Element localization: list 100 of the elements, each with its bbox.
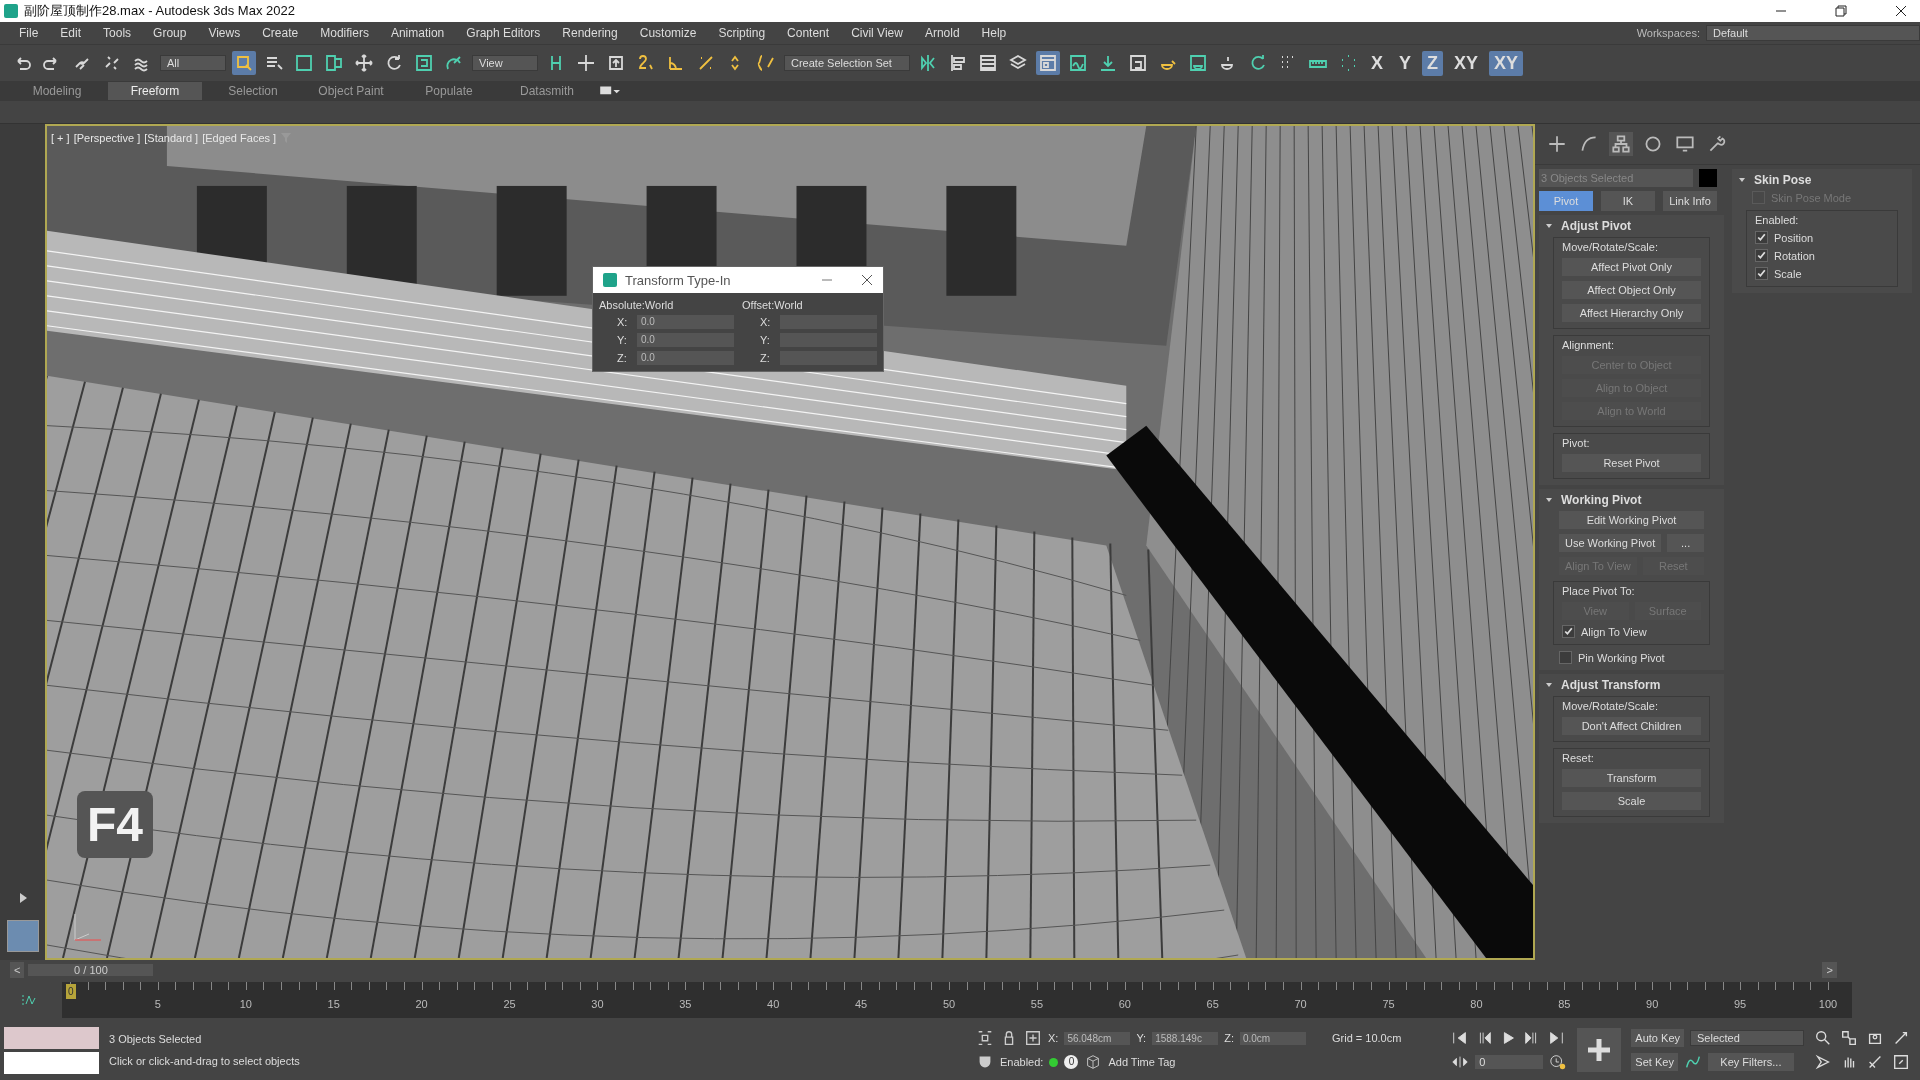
hierarchy-icon[interactable] [1609, 132, 1633, 156]
viewport-layout-button[interactable] [6, 920, 39, 952]
caret-icon[interactable] [1545, 222, 1553, 230]
mode-button[interactable]: IK [1601, 191, 1655, 211]
selection-set-dropdown[interactable]: Create Selection Set [784, 55, 910, 71]
current-frame-marker[interactable]: 0 [66, 984, 76, 999]
menu-item[interactable]: Scripting [707, 26, 777, 40]
menu-item[interactable]: Civil View [840, 26, 914, 40]
panel-button[interactable]: Don't Affect Children [1562, 717, 1701, 735]
panel-button[interactable]: Scale [1562, 792, 1701, 810]
rollout-title[interactable]: Working Pivot [1561, 493, 1642, 507]
caret-icon[interactable] [1545, 496, 1553, 504]
checkbox[interactable] [1755, 267, 1768, 280]
mode-button[interactable]: Link Info [1663, 191, 1717, 211]
menu-item[interactable]: Rendering [551, 26, 629, 40]
time-configuration-icon[interactable] [1549, 1053, 1568, 1071]
spinner-field[interactable]: 0.0 [637, 315, 734, 329]
rollout-title[interactable]: Skin Pose [1754, 173, 1812, 187]
workspaces-dropdown[interactable]: Default [1706, 25, 1920, 41]
ribbon-tab[interactable]: Populate [402, 82, 496, 100]
close-icon[interactable] [1894, 4, 1908, 18]
zoom-all-icon[interactable] [1840, 1029, 1858, 1047]
set-key-button[interactable]: Set Key [1631, 1053, 1678, 1071]
panel-button[interactable]: Affect Object Only [1562, 281, 1701, 299]
field-label: Z: [760, 352, 771, 364]
script-listener-field[interactable] [4, 1026, 99, 1049]
key-mode-dropdown[interactable]: Selected [1690, 1030, 1804, 1046]
object-color-swatch[interactable] [1699, 169, 1717, 187]
add-time-tag-link[interactable]: Add Time Tag [1108, 1056, 1176, 1068]
coordinate-field[interactable]: 56.048cm [1064, 1031, 1131, 1045]
close-icon[interactable] [861, 274, 873, 286]
reference-coordinate-dropdown[interactable]: View [472, 55, 538, 71]
dialog-title: Transform Type-In [625, 272, 731, 288]
timeline-track[interactable]: 0 5 10 15 20 25 30 35 40 45 50 55 60 65 70 75 80 85 90 95 100 [62, 982, 1852, 1018]
menu-item[interactable]: Customize [628, 26, 708, 40]
spinner-field[interactable]: 0.0 [637, 333, 734, 347]
panel-button[interactable]: Affect Pivot Only [1562, 258, 1701, 276]
prompt-line: Click or click-and-drag to select objects [109, 1055, 300, 1067]
panel-button[interactable]: Use Working Pivot [1559, 534, 1662, 552]
menu-item[interactable]: Modifiers [309, 26, 380, 40]
go-to-end-icon[interactable] [1547, 1029, 1566, 1047]
axis-constraint-button[interactable]: XY [1489, 50, 1524, 76]
current-frame-field[interactable]: 0 [1475, 1055, 1544, 1069]
checkbox-label: Align To View [1581, 625, 1647, 638]
coordinate-field[interactable]: 0.0cm [1239, 1031, 1306, 1045]
menu-item[interactable]: Arnold [913, 26, 971, 40]
group-title: Place Pivot To: [1562, 585, 1636, 597]
checkbox[interactable] [1559, 651, 1572, 664]
checkbox[interactable] [1755, 249, 1768, 262]
axis-constraint-button[interactable]: Z [1422, 50, 1444, 76]
panel-button[interactable]: Edit Working Pivot [1559, 511, 1704, 529]
menu-item[interactable]: Help [970, 26, 1018, 40]
ribbon-tab[interactable]: Object Paint [304, 82, 398, 100]
caret-icon[interactable] [1738, 176, 1746, 184]
ribbon-tab[interactable]: Modeling [10, 82, 104, 100]
rollout-title[interactable]: Adjust Pivot [1561, 219, 1631, 233]
script-listener-field[interactable] [4, 1051, 99, 1074]
viewport-label[interactable]: [Perspective ] [73, 132, 141, 144]
viewport-label[interactable]: [ + ] [51, 132, 70, 144]
rollout-title[interactable]: Adjust Transform [1561, 678, 1661, 692]
coordinate-field[interactable]: 1588.149c [1152, 1031, 1219, 1045]
restore-icon[interactable] [1834, 4, 1848, 18]
panel-button[interactable]: Transform [1562, 769, 1701, 787]
panel-button[interactable]: Affect Hierarchy Only [1562, 304, 1701, 322]
auto-key-button[interactable]: Auto Key [1631, 1029, 1684, 1047]
next-frame-button[interactable]: > [1822, 962, 1837, 978]
panel-button[interactable]: Reset Pivot [1562, 454, 1701, 472]
set-keys-button[interactable] [1577, 1028, 1622, 1072]
axis-constraint-button[interactable]: X [1366, 50, 1388, 76]
frame-number: 30 [591, 998, 604, 1010]
previous-frame-button[interactable]: < [10, 962, 25, 978]
spinner-field[interactable]: 0.0 [637, 351, 734, 365]
menu-item[interactable]: Graph Editors [455, 26, 552, 40]
checkbox[interactable] [1562, 625, 1575, 638]
menu-item[interactable]: Views [197, 26, 252, 40]
ribbon-tab[interactable]: Datasmith [500, 82, 594, 100]
menu-item[interactable]: Edit [49, 26, 93, 40]
menu-item[interactable]: Tools [92, 26, 143, 40]
3d-viewport[interactable]: [ + ] [Perspective ] [Standard ] [Edged Faces ] F4 Transform Type-In Absolute:World X: 0.0 Y: 0.0 Z: 0.0 Offset:World X: Y: Z: [45, 124, 1535, 960]
menu-item[interactable]: Create [251, 26, 310, 40]
zoom-icon[interactable] [1814, 1029, 1832, 1047]
menu-item[interactable]: Content [776, 26, 841, 40]
menu-item[interactable]: File [8, 26, 50, 40]
caret-icon[interactable] [1545, 681, 1553, 689]
time-slider-thumb[interactable]: 0 / 100 [28, 964, 154, 976]
menu-item[interactable]: Group [142, 26, 198, 40]
key-filters-button[interactable]: Key Filters... [1707, 1053, 1794, 1071]
selection-filter-dropdown[interactable]: All [160, 55, 226, 71]
frame-number: 50 [942, 998, 956, 1010]
ribbon-tab[interactable]: Freeform [108, 82, 202, 100]
axis-constraint-button[interactable]: Y [1394, 50, 1417, 76]
select-object-icon[interactable] [232, 51, 256, 75]
menu-item[interactable]: Animation [379, 26, 456, 40]
checkbox[interactable] [1755, 231, 1768, 244]
panel-button[interactable]: ... [1667, 534, 1704, 552]
ribbon-tab[interactable]: Selection [206, 82, 300, 100]
axis-constraint-button[interactable]: XY [1449, 50, 1484, 76]
field-label: Y: [617, 334, 628, 346]
viewport-label[interactable]: [Standard ] [144, 132, 199, 144]
ribbon-icon[interactable] [1036, 51, 1060, 75]
